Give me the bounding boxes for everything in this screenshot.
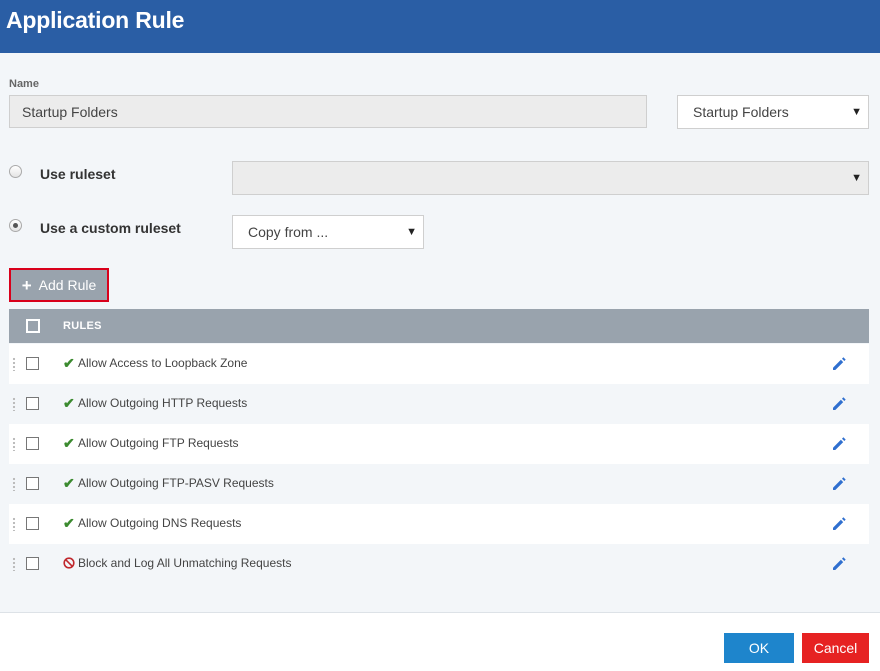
check-icon: ✔ bbox=[63, 475, 75, 491]
block-icon bbox=[63, 557, 75, 569]
check-icon: ✔ bbox=[63, 435, 75, 451]
drag-handle-icon[interactable] bbox=[12, 397, 16, 411]
row-checkbox[interactable] bbox=[26, 437, 39, 450]
use-custom-ruleset-radio[interactable] bbox=[9, 219, 22, 232]
rule-label: Block and Log All Unmatching Requests bbox=[78, 556, 292, 570]
drag-handle-icon[interactable] bbox=[12, 517, 16, 531]
name-label: Name bbox=[9, 78, 39, 90]
table-row: Block and Log All Unmatching Requests bbox=[9, 544, 869, 584]
table-row: ✔ Allow Access to Loopback Zone bbox=[9, 344, 869, 384]
window-title: Application Rule bbox=[6, 7, 185, 33]
copy-from-select[interactable]: Copy from ... ▼ bbox=[232, 215, 424, 249]
caret-down-icon: ▼ bbox=[851, 106, 862, 118]
rules-table-header: RULES bbox=[9, 309, 869, 343]
drag-handle-icon[interactable] bbox=[12, 477, 16, 491]
table-row: ✔ Allow Outgoing HTTP Requests bbox=[9, 384, 869, 424]
row-checkbox[interactable] bbox=[26, 477, 39, 490]
copy-from-value: Copy from ... bbox=[248, 224, 329, 240]
pencil-icon[interactable] bbox=[831, 355, 847, 372]
pencil-icon[interactable] bbox=[831, 515, 847, 532]
drag-handle-icon[interactable] bbox=[12, 437, 16, 451]
drag-handle-icon[interactable] bbox=[12, 357, 16, 371]
pencil-icon[interactable] bbox=[831, 435, 847, 452]
check-icon: ✔ bbox=[63, 395, 75, 411]
pencil-icon[interactable] bbox=[831, 395, 847, 412]
add-rule-button[interactable]: + Add Rule bbox=[9, 268, 109, 302]
plus-icon: + bbox=[21, 275, 32, 295]
title-bar: Application Rule bbox=[0, 0, 880, 53]
table-row: ✔ Allow Outgoing DNS Requests bbox=[9, 504, 869, 544]
check-icon: ✔ bbox=[63, 355, 75, 371]
pencil-icon[interactable] bbox=[831, 475, 847, 492]
row-checkbox[interactable] bbox=[26, 517, 39, 530]
name-preset-value: Startup Folders bbox=[693, 104, 789, 120]
rule-label: Allow Outgoing HTTP Requests bbox=[78, 396, 248, 410]
row-checkbox[interactable] bbox=[26, 557, 39, 570]
row-checkbox[interactable] bbox=[26, 357, 39, 370]
select-all-checkbox[interactable] bbox=[26, 319, 40, 333]
use-ruleset-label: Use ruleset bbox=[40, 166, 116, 182]
rule-label: Allow Access to Loopback Zone bbox=[78, 356, 248, 370]
rule-label: Allow Outgoing DNS Requests bbox=[78, 516, 242, 530]
rules-column-header: RULES bbox=[63, 320, 102, 332]
check-icon: ✔ bbox=[63, 515, 75, 531]
ruleset-select[interactable]: ▼ bbox=[232, 161, 869, 195]
caret-down-icon: ▼ bbox=[851, 172, 862, 184]
add-rule-label: Add Rule bbox=[38, 277, 97, 293]
row-checkbox[interactable] bbox=[26, 397, 39, 410]
rule-label: Allow Outgoing FTP-PASV Requests bbox=[78, 476, 274, 490]
ok-button[interactable]: OK bbox=[724, 633, 794, 663]
table-row: ✔ Allow Outgoing FTP Requests bbox=[9, 424, 869, 464]
use-custom-ruleset-label: Use a custom ruleset bbox=[40, 220, 181, 236]
table-row: ✔ Allow Outgoing FTP-PASV Requests bbox=[9, 464, 869, 504]
drag-handle-icon[interactable] bbox=[12, 557, 16, 571]
rules-list: ✔ Allow Access to Loopback Zone ✔ Allow … bbox=[9, 344, 869, 584]
name-preset-select[interactable]: Startup Folders ▼ bbox=[677, 95, 869, 129]
rule-label: Allow Outgoing FTP Requests bbox=[78, 436, 239, 450]
use-ruleset-radio[interactable] bbox=[9, 165, 22, 178]
dialog-footer: OK Cancel bbox=[0, 612, 880, 671]
name-input[interactable] bbox=[9, 95, 647, 128]
cancel-button[interactable]: Cancel bbox=[802, 633, 869, 663]
caret-down-icon: ▼ bbox=[406, 226, 417, 238]
pencil-icon[interactable] bbox=[831, 555, 847, 572]
